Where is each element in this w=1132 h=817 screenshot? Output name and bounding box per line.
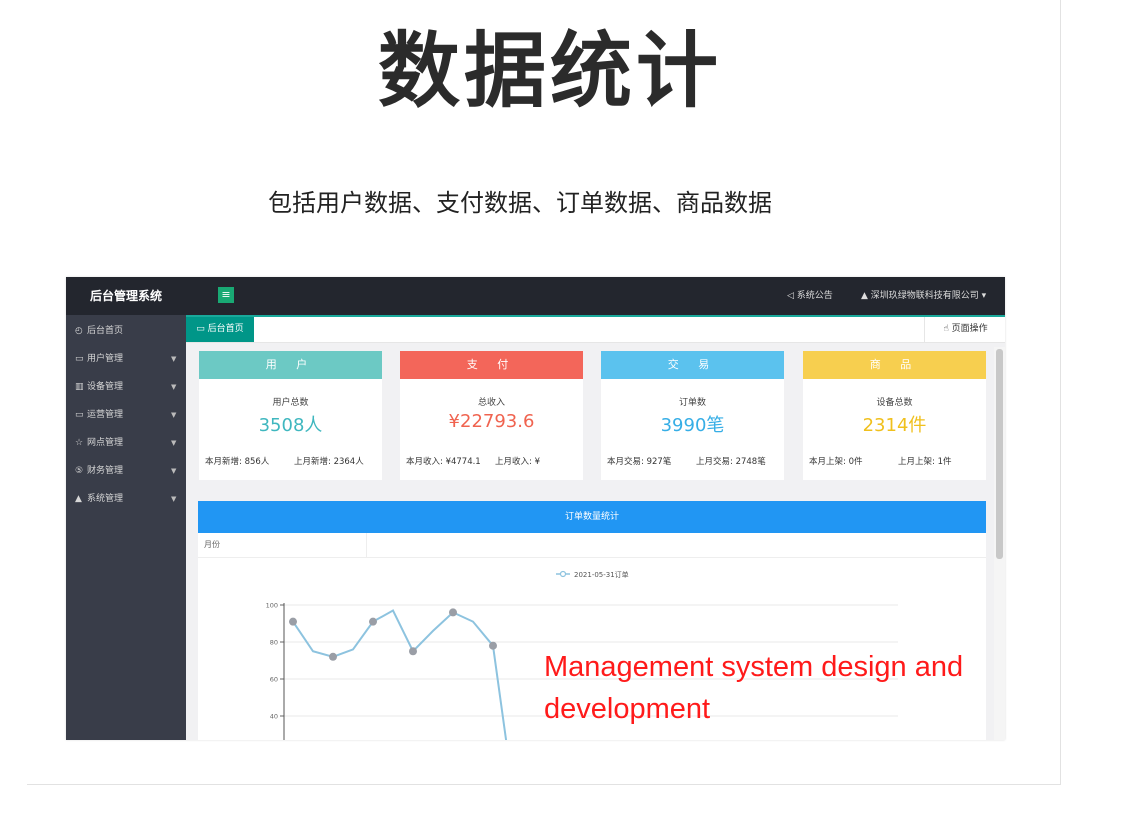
caret-down-icon: ▼ — [171, 495, 177, 503]
sidebar-item-icon: ▭ — [75, 354, 84, 364]
sidebar-item-icon: ▲ — [75, 494, 82, 504]
stat-card-foot-left: 本月上架: 0件 — [809, 457, 863, 467]
stat-card: 商 品设备总数 2314件本月上架: 0件 上月上架: 1件 — [803, 351, 986, 480]
data-point — [369, 617, 377, 626]
sidebar-item-label: 运营管理 — [87, 410, 124, 420]
month-filter-row: 月份 — [198, 533, 986, 558]
caret-down-icon: ▼ — [171, 439, 177, 447]
series-line — [292, 609, 508, 740]
stat-card-header: 支 付 — [400, 351, 583, 379]
sidebar-item-label: 设备管理 — [87, 382, 124, 392]
stat-card: 交 易订单数 3990笔本月交易: 927笔 上月交易: 2748笔 — [601, 351, 784, 480]
stat-card-foot-left: 本月交易: 927笔 — [607, 457, 672, 467]
sidebar-item-label: 用户管理 — [87, 354, 124, 364]
stat-card-value: 3990笔 — [660, 415, 725, 436]
stat-card-value: 2314件 — [862, 415, 927, 436]
stat-card-foot-right: 上月上架: 1件 — [898, 457, 952, 467]
sidebar-item-1[interactable]: ▭ 用户管理 ▼ — [66, 345, 186, 373]
tab-bar: ▭ 后台首页 ☝ 页面操作 — [186, 317, 1005, 343]
month-label: 月份 — [204, 540, 220, 549]
data-point — [409, 647, 417, 656]
page-operations-button[interactable]: ☝ 页面操作 — [924, 317, 1005, 342]
stat-card-header: 商 品 — [803, 351, 986, 379]
sidebar-item-icon: ◴ — [75, 326, 83, 336]
sidebar-item-label: 财务管理 — [87, 466, 124, 476]
divider-horizontal — [27, 784, 1061, 785]
tab-home[interactable]: ▭ 后台首页 — [186, 317, 254, 342]
hamburger-icon[interactable]: ≡ — [218, 287, 234, 303]
stat-card-header: 用 户 — [199, 351, 382, 379]
hero-title: 数据统计 — [377, 24, 722, 119]
caret-down-icon: ▼ — [171, 411, 177, 419]
legend-marker — [559, 570, 567, 578]
caret-down-icon: ▼ — [171, 467, 177, 475]
sidebar-item-icon: ☆ — [75, 438, 84, 448]
overlay-line-1: Management system design and — [544, 651, 964, 683]
overlay-line-2: development — [544, 693, 711, 725]
sidebar-item-2[interactable]: ▥ 设备管理 ▼ — [66, 373, 186, 401]
scrollbar-thumb[interactable] — [996, 349, 1003, 559]
data-point — [449, 608, 457, 617]
page-operations-label: 页面操作 — [951, 324, 988, 334]
hand-icon: ☝ — [943, 324, 952, 334]
sidebar-item-label: 网点管理 — [87, 438, 124, 448]
sidebar: ◴ 后台首页 ▭ 用户管理 ▼ ▥ 设备管理 ▼ ▭ 运营管理 ▼ ☆ 网点管理 ▼ ⑤ 财务管理 ▼ ▲ 系统管理… — [66, 315, 186, 740]
stat-card-foot-right: 上月收入: ¥ — [495, 457, 540, 467]
stat-card-label: 用户总数 — [272, 398, 309, 408]
y-tick-label: 40 — [270, 713, 278, 721]
sidebar-item-6[interactable]: ▲ 系统管理 ▼ — [66, 485, 186, 513]
stat-card-value: ¥22793.6 — [448, 411, 535, 432]
stat-card: 用 户用户总数 3508人本月新增: 856人 上月新增: 2364人 — [199, 351, 382, 480]
y-tick-label: 80 — [270, 639, 278, 647]
caret-down-icon: ▼ — [171, 355, 177, 363]
month-separator — [366, 533, 367, 557]
sidebar-item-5[interactable]: ⑤ 财务管理 ▼ — [66, 457, 186, 485]
stat-card-foot-left: 本月新增: 856人 — [205, 457, 270, 467]
user-company-menu[interactable]: ▲ 深圳玖绿物联科技有限公司 ▾ — [861, 277, 986, 315]
stat-card: 支 付总收入 ¥22793.6 本月收入: ¥4774.1 上月收入: ¥ — [400, 351, 583, 480]
hero-subtitle: 包括用户数据、支付数据、订单数据、商品数据 — [268, 189, 772, 217]
chart-panel-title: 订单数量统计 — [198, 501, 986, 533]
sidebar-item-3[interactable]: ▭ 运营管理 ▼ — [66, 401, 186, 429]
sidebar-item-icon: ▭ — [75, 410, 84, 420]
data-point — [289, 617, 297, 626]
data-point — [329, 652, 337, 661]
data-point — [489, 641, 497, 650]
sidebar-item-label: 系统管理 — [87, 494, 124, 504]
stat-card-label: 总收入 — [477, 398, 505, 408]
system-announcement-link[interactable]: ◁ 系统公告 — [787, 277, 833, 315]
y-tick-label: 60 — [270, 676, 278, 684]
stat-card-foot-right: 上月新增: 2364人 — [294, 457, 364, 467]
sidebar-item-label: 后台首页 — [87, 326, 124, 336]
stat-card-label: 设备总数 — [876, 398, 913, 408]
stat-card-foot-left: 本月收入: ¥4774.1 — [406, 457, 481, 467]
sidebar-item-icon: ⑤ — [75, 466, 84, 476]
sidebar-item-icon: ▥ — [75, 382, 84, 392]
tab-home-label: 后台首页 — [207, 324, 244, 334]
monitor-icon: ▭ — [196, 324, 208, 334]
app-brand: 后台管理系统 — [89, 289, 162, 303]
stat-card-value: 3508人 — [258, 415, 323, 436]
stat-card-label: 订单数 — [678, 398, 706, 408]
sidebar-item-4[interactable]: ☆ 网点管理 ▼ — [66, 429, 186, 457]
overlay-caption: Management system design and development — [544, 646, 1084, 730]
y-tick-label: 100 — [266, 602, 278, 610]
legend-label: 2021-05-31订单 — [574, 570, 629, 579]
stat-card-foot-right: 上月交易: 2748笔 — [696, 457, 766, 467]
top-bar: 后台管理系统 ≡ ◁ 系统公告 ▲ 深圳玖绿物联科技有限公司 ▾ — [66, 277, 1005, 315]
sidebar-item-0[interactable]: ◴ 后台首页 — [66, 317, 186, 345]
stat-card-header: 交 易 — [601, 351, 784, 379]
caret-down-icon: ▼ — [171, 383, 177, 391]
